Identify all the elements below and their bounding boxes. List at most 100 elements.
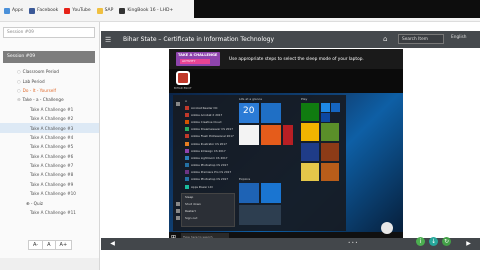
xbox-tile[interactable] <box>301 103 319 121</box>
font-reset-button[interactable]: A <box>43 241 56 249</box>
music-tile[interactable] <box>321 103 330 112</box>
app-icon <box>185 163 189 168</box>
app-item[interactable]: Adobe Dreamweaver CS 2017 <box>185 126 235 133</box>
sidebar-item-challenge-3[interactable]: Take A Challenge #3 <box>0 123 99 133</box>
circle-icon: ○ <box>17 78 21 84</box>
power-menu-restart[interactable]: Restart <box>182 208 234 215</box>
app-icon <box>185 134 189 139</box>
news-tile[interactable] <box>239 205 281 225</box>
app-icon <box>185 177 189 182</box>
font-decrease-button[interactable]: A- <box>29 241 44 249</box>
app-item[interactable]: Adobe Flash Professional 2017 <box>185 133 235 140</box>
download-icon[interactable]: ↓ <box>429 237 438 246</box>
app-item[interactable]: Acrobat Reader DC <box>185 104 235 111</box>
sidebar-item-classroom[interactable]: ○ Classroom Period <box>0 67 99 76</box>
weather-tile[interactable] <box>261 183 281 203</box>
bscit-logo <box>176 71 190 85</box>
main-header: ☰ Bihar State – Certificate in Informati… <box>101 31 480 48</box>
language-select[interactable]: English <box>451 35 467 40</box>
menu-icon[interactable]: ☰ <box>105 36 115 44</box>
tile-group-label: Explore <box>239 177 251 181</box>
lock-tile[interactable] <box>239 125 259 145</box>
edge-tile[interactable] <box>239 183 259 203</box>
apps-icon <box>4 7 10 14</box>
sidebar-item-challenge-2[interactable]: Take A Challenge #2 <box>0 114 99 123</box>
font-size-controls: A- A A+ <box>28 240 73 250</box>
sidebar-item-challenge-7[interactable]: Take A Challenge #7 <box>0 161 99 170</box>
app-icon <box>185 112 189 117</box>
office-tile[interactable] <box>261 125 281 145</box>
app-item[interactable]: Adobe Photoshop CS 2017 <box>185 162 235 169</box>
app-item[interactable]: Adobe Premiere Pro CS 2017 <box>185 169 235 176</box>
app-icon <box>185 155 189 160</box>
bookmark-sap[interactable]: SAP <box>96 7 113 14</box>
user-icon <box>176 202 180 206</box>
sidebar-item-challenge-8[interactable]: Take A Challenge #8 <box>0 170 99 179</box>
sidebar-item-diy[interactable]: ○ Do - It - Yourself <box>0 86 99 95</box>
circle-icon: ○ <box>17 69 21 75</box>
power-menu-shutdown[interactable]: Shut down <box>182 201 234 208</box>
next-button[interactable]: ▶ <box>460 238 477 250</box>
game-tile[interactable] <box>321 123 339 141</box>
prev-button[interactable]: ◀ <box>104 238 121 250</box>
sidebar-item-challenge-10[interactable]: Take A Challenge #10 <box>0 189 99 198</box>
bookmark-facebook[interactable]: Facebook <box>29 7 58 14</box>
photos-tile[interactable] <box>283 125 293 145</box>
tile-group-label: Life at a glance <box>239 97 263 101</box>
bookmark-kingbook[interactable]: KingBook 16 - LHD+ <box>119 7 173 14</box>
app-item[interactable]: Apps Power Ltd <box>185 183 235 190</box>
mail-tile[interactable] <box>261 103 281 123</box>
app-item[interactable]: Adobe Illustrator CS 2017 <box>185 140 235 147</box>
refresh-icon[interactable]: ↻ <box>442 237 451 246</box>
sidebar-item-challenge-11[interactable]: Take A Challenge #11 <box>0 208 99 217</box>
power-icon <box>176 216 180 220</box>
app-item[interactable]: Adobe Creative Cloud <box>185 118 235 125</box>
sidebar-item-challenge-1[interactable]: Take A Challenge #1 <box>0 105 99 114</box>
info-icon[interactable]: i <box>416 237 425 246</box>
app-item[interactable]: Adobe InDesign CS 2017 <box>185 147 235 154</box>
content-area: TAKE A CHALLENGE ACTIVITY Use appropriat… <box>101 48 480 243</box>
app-item[interactable]: Adobe Lightroom CS 2017 <box>185 154 235 161</box>
power-menu-sleep[interactable]: Sleep <box>182 194 234 201</box>
sidebar-item-challenge-5[interactable]: Take A Challenge #5 <box>0 142 99 151</box>
calendar-day: 20 <box>243 106 255 116</box>
header-search-input[interactable]: Search Item <box>398 34 444 44</box>
page-title: Bihar State – Certificate in Information… <box>123 36 275 43</box>
sidebar-item-challenge-6[interactable]: Take A Challenge #6 <box>0 152 99 161</box>
sidebar-item-challenge-9[interactable]: Take A Challenge #9 <box>0 180 99 189</box>
tile-group-label: Play <box>301 97 308 101</box>
home-icon[interactable]: ⌂ <box>383 35 387 43</box>
game-tile[interactable] <box>301 143 319 161</box>
app-icon <box>185 148 189 153</box>
sidebar-item-quiz[interactable]: ⊕ - Quiz <box>0 198 99 207</box>
lesson-screenshot: TAKE A CHALLENGE ACTIVITY Use appropriat… <box>169 49 403 243</box>
settings-icon <box>176 209 180 213</box>
sidebar-item-challenge-4[interactable]: Take A Challenge #4 <box>0 133 99 142</box>
calendar-tile[interactable]: 20 <box>239 103 259 123</box>
store-tile[interactable] <box>301 163 319 181</box>
bookmark-youtube[interactable]: YouTube <box>64 7 91 14</box>
kingbook-icon <box>119 7 126 14</box>
start-menu: A Acrobat Reader DC Adobe Acrobat X 2017… <box>173 95 346 231</box>
app-item[interactable]: Adobe Photoshop CS 2017 <box>185 176 235 183</box>
app-icon <box>185 127 189 132</box>
app-list: A Acrobat Reader DC Adobe Acrobat X 2017… <box>185 99 235 190</box>
bottom-icons: i ↓ ↻ <box>416 237 451 246</box>
game-tile[interactable] <box>321 143 339 161</box>
facebook-icon <box>29 7 36 14</box>
sidebar-item-take-a-challenge[interactable]: ⊖ Take - a - Challenge <box>0 95 99 104</box>
camera-tile[interactable] <box>321 113 330 122</box>
video-tile[interactable] <box>331 103 340 112</box>
sap-icon <box>96 7 103 14</box>
screen-header: TAKE A CHALLENGE ACTIVITY Use appropriat… <box>169 49 403 69</box>
game-tile[interactable] <box>321 163 339 181</box>
font-increase-button[interactable]: A+ <box>56 241 72 249</box>
power-menu-signout[interactable]: Sign out <box>182 215 234 222</box>
bookmark-apps[interactable]: Apps <box>4 7 23 14</box>
app-icon <box>185 119 189 124</box>
game-tile[interactable] <box>301 123 319 141</box>
sidebar-search-input[interactable]: Session #09 <box>3 27 95 38</box>
page-footer <box>101 250 480 270</box>
sidebar-item-lab[interactable]: ○ Lab Period <box>0 76 99 85</box>
app-item[interactable]: Adobe Acrobat X 2017 <box>185 111 235 118</box>
